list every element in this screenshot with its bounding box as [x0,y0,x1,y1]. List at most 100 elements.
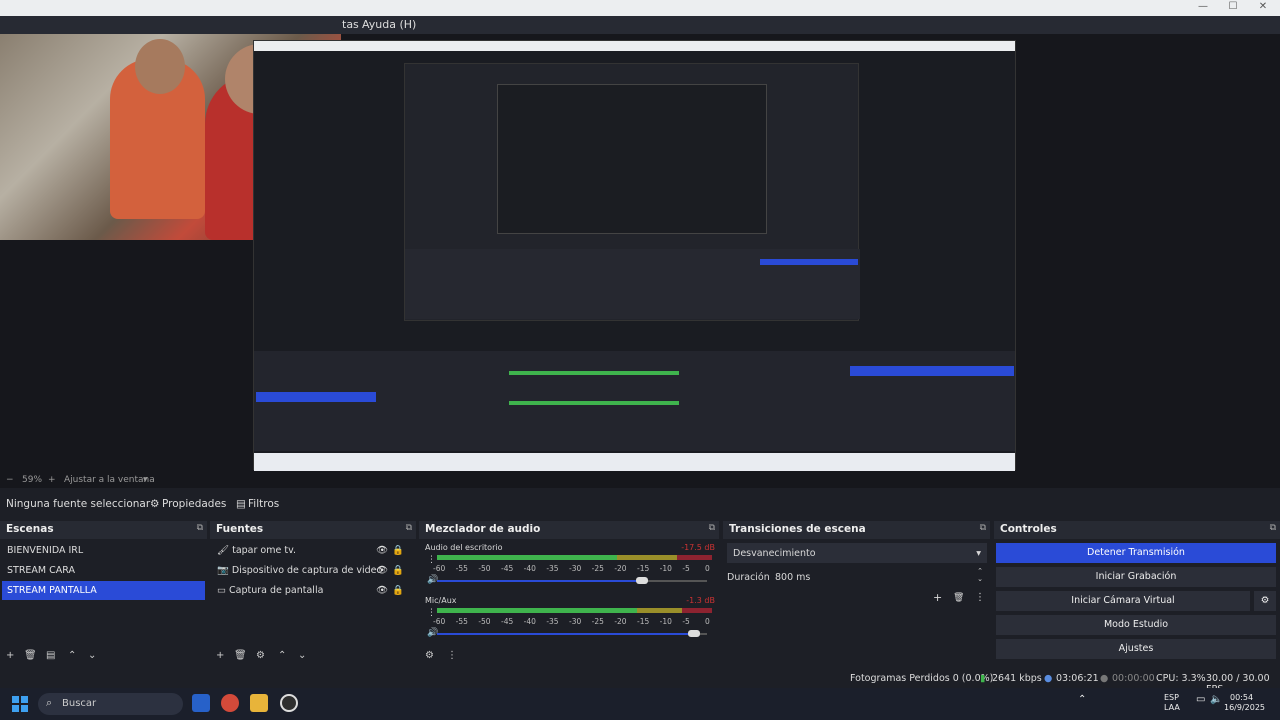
scene-item-selected[interactable]: STREAM PANTALLA [2,581,205,600]
scale-tick: -60 [433,564,446,573]
volume-knob[interactable] [687,630,700,637]
spin-icon[interactable]: ⌃ ⌄ [977,567,983,583]
transitions-dock: Transiciones de escena ⧉ Desvanecimiento ▾… [723,521,990,666]
channel-db: -17.5 dB [681,543,715,552]
add-icon[interactable]: + [933,591,942,604]
menu-bar: tas Ayuda (H) [0,16,1280,34]
fit-window-label[interactable]: Ajustar a la ventana [64,475,155,485]
clock-time[interactable]: 00:54 [1230,693,1253,702]
lang-1[interactable]: ESP [1164,693,1179,702]
undock-icon[interactable]: ⧉ [406,523,412,533]
scale-tick: -15 [637,617,650,626]
volume-slider[interactable] [437,633,694,635]
volume-slider[interactable] [437,580,643,582]
settings-button[interactable]: Ajustes [996,639,1276,659]
chevron-up-icon[interactable]: ⌃ [1078,694,1086,705]
scene-item[interactable]: BIENVENIDA IRL [2,541,205,560]
eye-icon[interactable]: 👁 [376,545,388,556]
gear-icon[interactable]: ⚙ [256,650,265,661]
record-icon: ● [1100,673,1109,684]
duration-label: Duración [727,572,770,583]
gear-icon: ⚙ [150,498,160,510]
gear-icon[interactable]: ⚙ [1254,591,1276,611]
obs-icon[interactable] [280,694,298,712]
scale-tick: 0 [705,617,710,626]
scene-item[interactable]: STREAM CARA [2,561,205,580]
trash-icon[interactable]: 🗑 [234,650,247,661]
sources-toolbar: + 🗑 ⚙ ⌃ ⌄ [210,648,416,666]
lang-2[interactable]: LAA [1164,703,1180,712]
level-meter [437,555,712,560]
dropped-frames: Fotogramas Perdidos 0 (0.0%) [850,673,994,684]
add-icon[interactable]: + [6,650,14,661]
audio-mixer-dock: Mezclador de audio ⧉ Audio del escritorio… [419,521,719,666]
studio-mode-button[interactable]: Modo Estudio [996,615,1276,635]
chevron-down-icon[interactable]: ⌄ [88,650,96,661]
preview-canvas[interactable] [0,34,1280,474]
scale-tick: -50 [478,617,491,626]
scale-tick: -10 [659,564,672,573]
chevron-down-icon[interactable]: ⌄ [298,650,306,661]
properties-button[interactable]: Propiedades [162,498,226,510]
add-icon[interactable]: + [216,650,224,661]
menu-item-tools[interactable]: tas [342,18,359,31]
scale-tick: -40 [523,617,536,626]
trash-icon[interactable]: 🗑 [24,650,37,661]
undock-icon[interactable]: ⧉ [980,523,986,533]
source-item[interactable]: 📷 Dispositivo de captura de video 👁 🔒 [212,561,412,580]
kebab-icon[interactable]: ⋮ [975,592,985,603]
source-item[interactable]: ▭ Captura de pantalla 👁 🔒 [212,581,412,600]
lock-icon[interactable]: 🔒 [392,545,404,556]
chevron-up-icon[interactable]: ⌃ [68,650,76,661]
volume-icon[interactable]: 🔈 [1210,694,1222,705]
zoom-in-button[interactable]: + [48,475,56,485]
start-recording-button[interactable]: Iniciar Grabación [996,567,1276,587]
settings-icon[interactable]: ⚙ [425,650,434,661]
scale-tick: -35 [546,564,559,573]
start-virtual-camera-button[interactable]: Iniciar Cámara Virtual [996,591,1250,611]
zoom-out-button[interactable]: − [6,475,14,485]
sources-title: Fuentes ⧉ [210,521,416,539]
lock-icon[interactable]: 🔒 [392,585,404,596]
network-icon[interactable]: ▭ [1196,694,1205,705]
windows-start-icon[interactable] [12,696,28,712]
clock-date[interactable]: 16/9/2025 [1224,703,1265,712]
search-icon: ⌕ [46,696,53,709]
duration-input[interactable]: 800 ms ⌃ ⌄ [769,567,987,586]
transition-select[interactable]: Desvanecimiento ▾ [727,543,987,563]
nested-screen-capture [253,40,1016,471]
eye-icon[interactable]: 👁 [376,565,388,576]
folder-icon[interactable] [250,694,268,712]
stop-stream-button[interactable]: Detener Transmisión [996,543,1276,563]
search-input[interactable]: ⌕ Buscar [38,693,183,715]
filters-button[interactable]: Filtros [248,498,279,510]
app-icon[interactable] [192,694,210,712]
undock-icon[interactable]: ⧉ [1270,523,1276,533]
scale-tick: -35 [546,617,559,626]
controls-dock: Controles ⧉ Detener Transmisión Iniciar G… [994,521,1280,666]
maximize-icon[interactable]: ☐ [1218,0,1248,16]
minimize-icon[interactable]: — [1188,0,1218,16]
chevron-down-icon[interactable]: ▾ [143,475,148,485]
scale-tick: -20 [614,617,627,626]
filter-icon[interactable]: ▤ [46,650,55,661]
scale-tick: -50 [478,564,491,573]
menu-item-help[interactable]: Ayuda (H) [362,18,416,31]
channel-db: -1.3 dB [686,596,715,605]
chrome-icon[interactable] [221,694,239,712]
context-bar: Ninguna fuente seleccionar ⚙ Propiedades… [0,492,1280,516]
volume-knob[interactable] [636,577,649,584]
scenes-dock: Escenas ⧉ BIENVENIDA IRL STREAM CARA STRE… [0,521,207,666]
no-source-label: Ninguna fuente seleccionar [6,498,151,510]
trash-icon[interactable]: 🗑 [953,593,964,603]
eye-icon[interactable]: 👁 [376,585,388,596]
undock-icon[interactable]: ⧉ [197,523,203,533]
stream-time: 03:06:21 [1056,673,1099,684]
lock-icon[interactable]: 🔒 [392,565,404,576]
undock-icon[interactable]: ⧉ [709,523,715,533]
close-icon[interactable]: ✕ [1248,0,1278,16]
source-item[interactable]: 🖌 tapar ome tv. 👁 🔒 [212,541,412,560]
kebab-icon[interactable]: ⋮ [447,650,457,661]
scale-tick: -30 [569,617,582,626]
chevron-up-icon[interactable]: ⌃ [278,650,286,661]
